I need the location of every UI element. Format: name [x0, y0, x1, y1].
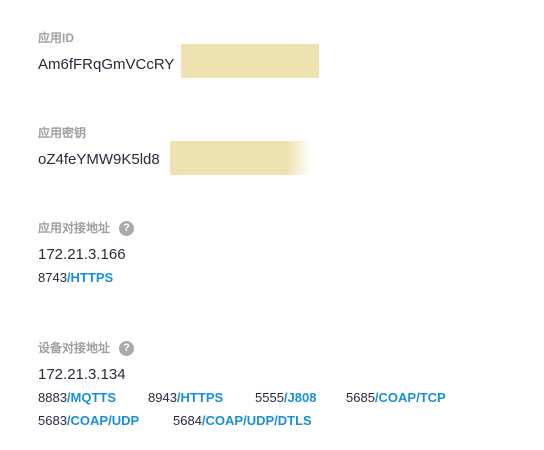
app-access-section: 应用对接地址 ? 172.21.3.166 8743/HTTPS	[38, 220, 135, 287]
protocol-link[interactable]: MQTTS	[71, 390, 117, 405]
port-item: 5555/J808	[255, 389, 346, 407]
port-number: 8943	[148, 390, 177, 405]
app-secret-value: oZ4feYMW9K5ld8	[38, 151, 160, 168]
port-number: 8743	[38, 270, 67, 285]
app-id-section: 应用ID Am6fFRqGmVCcRY	[38, 30, 174, 75]
app-access-address: 172.21.3.166	[38, 246, 126, 263]
device-access-label: 设备对接地址	[38, 341, 111, 355]
port-item: 8883/MQTTS	[38, 389, 148, 407]
protocol-link[interactable]: COAP/TCP	[379, 390, 446, 405]
app-secret-redaction	[170, 141, 312, 175]
port-number: 5685	[346, 390, 375, 405]
port-item: 5683/COAP/UDP	[38, 412, 173, 430]
question-circle-icon[interactable]: ?	[119, 340, 135, 356]
question-circle-icon[interactable]: ?	[119, 220, 135, 236]
device-access-address: 172.21.3.134	[38, 366, 126, 383]
port-number: 8883	[38, 390, 67, 405]
app-id-value: Am6fFRqGmVCcRY	[38, 56, 175, 73]
app-access-ports: 8743/HTTPS	[38, 269, 134, 287]
protocol-link[interactable]: HTTPS	[181, 390, 224, 405]
app-id-label: 应用ID	[38, 31, 75, 45]
protocol-link[interactable]: HTTPS	[71, 270, 114, 285]
protocol-link[interactable]: COAP/UDP	[71, 413, 140, 428]
device-access-label-row: 设备对接地址 ?	[38, 340, 446, 356]
port-item: 5685/COAP/TCP	[346, 389, 446, 407]
port-item: 5684/COAP/UDP/DTLS	[173, 412, 312, 430]
protocol-link[interactable]: COAP/UDP/DTLS	[206, 413, 312, 428]
port-item: 8943/HTTPS	[148, 389, 255, 407]
protocol-link[interactable]: J808	[288, 390, 317, 405]
port-item: 8743/HTTPS	[38, 269, 113, 287]
port-number: 5684	[173, 413, 202, 428]
device-access-ports-row-1: 8883/MQTTS 8943/HTTPS 5555/J808 5685/COA…	[38, 389, 446, 407]
app-id-redaction	[181, 44, 319, 78]
device-access-ports-row-2: 5683/COAP/UDP 5684/COAP/UDP/DTLS	[38, 412, 446, 430]
port-number: 5683	[38, 413, 67, 428]
app-access-label-row: 应用对接地址 ?	[38, 220, 135, 236]
port-number: 5555	[255, 390, 284, 405]
app-secret-section: 应用密钥 oZ4feYMW9K5ld8	[38, 125, 160, 170]
app-secret-label: 应用密钥	[38, 126, 87, 140]
device-access-section: 设备对接地址 ? 172.21.3.134 8883/MQTTS 8943/HT…	[38, 340, 446, 430]
app-access-label: 应用对接地址	[38, 221, 111, 235]
